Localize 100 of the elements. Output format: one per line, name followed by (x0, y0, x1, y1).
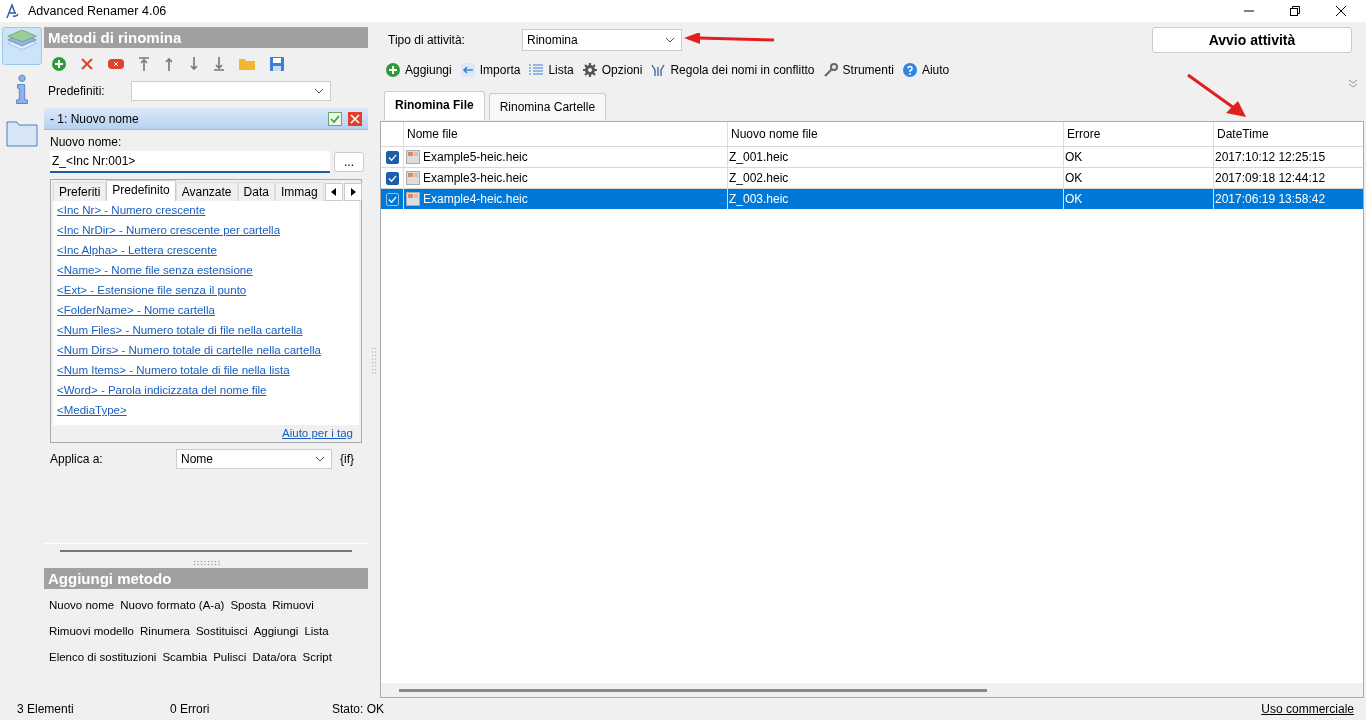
add-method-link[interactable]: Data/ora (252, 651, 297, 663)
column-header[interactable]: Nuovo nome file (727, 122, 1063, 146)
table-cell: 2017:09:18 12:44:12 (1215, 171, 1326, 185)
tag-link[interactable]: <FolderName> - Nome cartella (57, 303, 355, 317)
clear-icon[interactable] (108, 59, 124, 69)
add-method-link[interactable]: Nuovo formato (A-a) (120, 599, 225, 611)
tag-link[interactable]: <Num Dirs> - Numero totale di cartelle nella cartella (57, 343, 355, 357)
save-icon[interactable] (270, 57, 284, 71)
commercial-use-link[interactable]: Uso commerciale (1261, 702, 1354, 716)
add-method-link[interactable]: Rinumera (140, 625, 190, 637)
start-button[interactable]: Avvio attività (1152, 27, 1352, 53)
tag-link[interactable]: <Word> - Parola indicizzata del nome file (57, 383, 355, 397)
table-cell: Example4-heic.heic (423, 192, 528, 206)
table-cell: Z_001.heic (729, 150, 789, 164)
annotation-arrow (1186, 73, 1248, 119)
table-cell: OK (1065, 171, 1083, 185)
add-method-link[interactable]: Aggiungi (253, 625, 299, 637)
add-method-link[interactable]: Rimuovi (272, 599, 314, 611)
chevron-down-icon[interactable] (315, 456, 325, 462)
move-bottom-icon[interactable] (214, 57, 224, 71)
if-button[interactable]: {if} (340, 452, 354, 466)
layers-icon[interactable] (2, 27, 42, 65)
image-file-icon (406, 192, 420, 206)
toolbar-button[interactable]: Regola dei nomi in conflitto (651, 61, 815, 79)
column-header[interactable]: DateTime (1213, 122, 1363, 146)
add-method-link[interactable]: Elenco di sostituzioni (49, 651, 157, 663)
chevron-down-icon[interactable] (313, 88, 324, 94)
close-icon[interactable] (1336, 6, 1346, 16)
add-method-link[interactable]: Sostituisci (195, 625, 248, 637)
table-cell: Z_003.heic (729, 192, 789, 206)
enabled-checkbox[interactable] (328, 111, 342, 126)
toolbar-button[interactable]: Aiuto (902, 61, 950, 79)
tag-link[interactable]: <Inc Nr> - Numero crescente (57, 203, 355, 217)
delete-icon[interactable] (81, 58, 93, 70)
table-cell: Example3-heic.heic (423, 171, 528, 185)
scrollbar-thumb[interactable] (399, 688, 987, 692)
expand-icon[interactable] (1348, 79, 1358, 89)
window-title: Advanced Renamer 4.06 (28, 4, 167, 18)
tag-link[interactable]: <Inc Alpha> - Lettera crescente (57, 243, 355, 257)
tag-link[interactable]: <Num Files> - Numero totale di file nella cartella (57, 323, 355, 337)
add-method-link[interactable]: Nuovo nome (49, 599, 115, 611)
toolbar-button[interactable]: Aggiungi (386, 61, 452, 79)
settings-icon (582, 63, 597, 77)
tag-tab[interactable]: Predefinito (106, 180, 176, 201)
table-row[interactable]: Example5-heic.heic Z_001.heic OK 2017:10:12 12:25:15 (381, 146, 1363, 167)
column-header[interactable]: Nome file (403, 122, 727, 146)
table-cell: 2017:10:12 12:25:15 (1215, 150, 1326, 164)
add-method-link[interactable]: Lista (304, 625, 329, 637)
file-tab[interactable]: Rinomina Cartelle (488, 93, 607, 120)
remove-method-icon[interactable] (348, 111, 362, 126)
apply-dropdown[interactable]: Nome (176, 449, 332, 469)
task-type-label: Tipo di attività: (388, 33, 466, 47)
splitter-grip-icon[interactable] (371, 345, 377, 375)
panel-header: Metodi di rinomina (44, 27, 368, 48)
add-method-link[interactable]: Script (302, 651, 332, 663)
tags-help-link[interactable]: Aiuto per i tag (282, 426, 353, 442)
toolbar-button[interactable]: Lista (529, 61, 574, 79)
task-type-dropdown[interactable]: Rinomina (522, 29, 682, 51)
restore-icon[interactable] (1290, 6, 1300, 16)
add-method-link[interactable]: Pulisci (213, 651, 247, 663)
add-method-link[interactable]: Scambia (162, 651, 208, 663)
add-method-link[interactable]: Rimuovi modello (49, 625, 134, 637)
tag-link[interactable]: <MediaType> (57, 403, 355, 417)
apply-label: Applica a: (50, 452, 104, 466)
panel-header: Aggiungi metodo (44, 568, 368, 589)
table-cell: Example5-heic.heic (423, 150, 528, 164)
tag-link[interactable]: <Inc NrDir> - Numero crescente per cartella (57, 223, 355, 237)
status-text: 0 Errori (170, 702, 211, 716)
status-text: Stato: OK (332, 702, 385, 716)
add-method-link[interactable]: Sposta (230, 599, 267, 611)
browse-button[interactable]: ... (334, 152, 364, 172)
toolbar-button[interactable]: Strumenti (823, 61, 894, 79)
add-icon[interactable] (52, 57, 66, 71)
import-arrow-icon (460, 63, 475, 77)
chevron-down-icon[interactable] (665, 37, 675, 43)
file-tab[interactable]: Rinomina File (384, 91, 485, 120)
merge-icon (651, 63, 666, 77)
row-checkbox[interactable] (385, 192, 399, 206)
row-checkbox[interactable] (385, 171, 399, 185)
scroll-left-icon[interactable] (324, 183, 343, 201)
toolbar-button[interactable]: Opzioni (582, 61, 643, 79)
table-row[interactable]: Example4-heic.heic Z_003.heic OK 2017:06:19 13:58:42 (381, 188, 1363, 209)
help-icon (902, 63, 917, 77)
move-up-icon[interactable] (164, 57, 174, 71)
method-header[interactable]: - 1: Nuovo nome (44, 108, 368, 130)
move-top-icon[interactable] (139, 57, 149, 71)
tag-link[interactable]: <Num Items> - Numero totale di file nella lista (57, 363, 355, 377)
wrench-icon (823, 63, 838, 77)
column-header[interactable]: Errore (1063, 122, 1213, 146)
splitter-grip-icon[interactable] (191, 560, 221, 566)
new-name-field[interactable]: Z_<Inc Nr:001> (50, 151, 330, 173)
tag-link[interactable]: <Name> - Nome file senza estensione (57, 263, 355, 277)
scroll-right-icon[interactable] (343, 183, 362, 201)
add-icon (386, 63, 400, 77)
new-name-label: Nuovo nome: (49, 134, 123, 151)
toolbar-button[interactable]: Importa (460, 61, 521, 79)
row-checkbox[interactable] (385, 150, 399, 164)
tag-link[interactable]: <Ext> - Estensione file senza il punto (57, 283, 355, 297)
move-down-icon[interactable] (189, 57, 199, 71)
table-cell: OK (1065, 150, 1083, 164)
